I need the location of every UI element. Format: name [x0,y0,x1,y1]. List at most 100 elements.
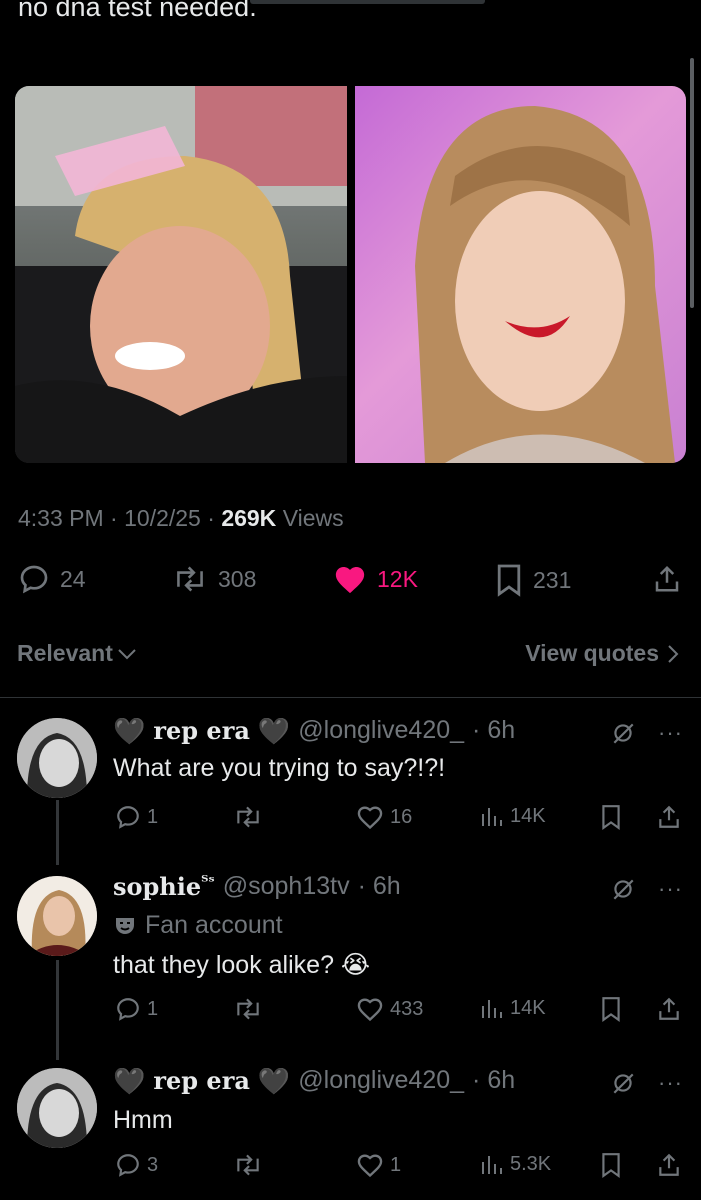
share-button[interactable] [656,804,682,830]
scrollbar[interactable] [690,58,694,308]
repost-icon [177,566,203,592]
handle[interactable]: @longlive420_ [298,1066,464,1095]
heart-filled-icon [335,566,365,594]
reply-button[interactable]: 24 [18,563,86,595]
views-count[interactable]: 269K [221,505,276,531]
woman-photo-illustration [415,106,675,463]
more-options-icon[interactable]: ··· [658,1072,683,1094]
like-count: 1 [390,1153,402,1176]
handle[interactable]: @soph13tv [223,872,350,901]
chevron-down-icon [118,648,136,659]
post-date: 10/2/25 [124,505,201,531]
reply-count: 1 [147,805,159,828]
reply-time: · 6h [357,872,401,900]
like-count: 12K [377,565,418,592]
handle[interactable]: @longlive420_ [298,716,464,745]
post-time: 4:33 PM [18,505,104,531]
reply-count: 24 [60,565,86,592]
more-options-icon[interactable]: ··· [658,878,683,900]
theater-masks-icon [116,917,134,934]
reply-count: 1 [147,997,159,1020]
bookmark-button[interactable] [600,804,622,830]
post-action-bar: 24 308 12K 231 [0,563,701,599]
post-text: no dna test needed. [18,0,257,22]
reply-action-bar: 1 433 14K [0,996,701,1026]
reply-icon [20,565,48,594]
repost-button[interactable] [233,1152,263,1178]
views-count: 5.3K [510,1152,552,1175]
reply-button[interactable]: 3 [115,1152,158,1178]
heart-icon [357,806,383,830]
reply-action-bar: 3 1 5.3K [0,1152,701,1182]
reply-icon [117,998,139,1021]
share-icon [659,805,679,828]
status-notch [250,0,485,4]
avatar-image [17,876,97,956]
like-button[interactable]: 433 [356,996,423,1022]
post-image-left[interactable] [15,86,347,463]
reply-action-bar: 1 16 14K [0,804,701,834]
display-name[interactable]: sophieᵀˢ [113,872,215,901]
avatar-image [17,1068,97,1148]
repost-icon [237,1154,259,1176]
reply-icon [117,806,139,829]
divider [0,697,701,698]
more-options-icon[interactable]: ··· [658,722,683,744]
avatar[interactable] [17,1068,97,1148]
bookmark-icon [602,1153,620,1178]
sort-dropdown[interactable]: Relevant [17,640,137,667]
repost-button[interactable] [233,996,263,1022]
black-heart-icon: 🖤 [257,715,291,746]
reply-text: Hmm [113,1106,173,1134]
reply-text: that they look alike? 😭 [113,951,371,979]
avatar[interactable] [17,876,97,956]
share-button[interactable] [656,996,682,1022]
post-meta: 4:33 PM · 10/2/25 · 269K Views [18,505,344,531]
post-image-right[interactable] [355,86,686,463]
views-button[interactable]: 14K [480,804,546,828]
views-button[interactable]: 5.3K [480,1152,551,1176]
black-heart-icon: 🖤 [112,715,146,746]
black-heart-icon: 🖤 [112,1065,146,1096]
reply-top-actions: ··· [610,876,683,902]
analytics-icon [482,1156,502,1174]
view-quotes-link[interactable]: View quotes [525,640,679,667]
display-name[interactable]: rep era [153,716,250,745]
like-button[interactable]: 12K [333,563,418,595]
views-button[interactable]: 14K [480,996,546,1020]
reply-button[interactable]: 1 [115,804,158,830]
analytics-icon [482,1000,502,1018]
share-icon [655,565,679,592]
grok-icon[interactable] [610,876,636,902]
like-button[interactable]: 1 [356,1152,401,1178]
bookmark-button[interactable] [600,1152,622,1178]
bookmark-icon [497,564,521,597]
share-button[interactable] [652,563,682,595]
reply-header: 🖤 rep era 🖤 @longlive420_ · 6h [112,715,516,746]
reply-count: 3 [147,1153,159,1176]
fan-account-label: Fan account [113,911,283,940]
avatar[interactable] [17,718,97,798]
grok-icon[interactable] [610,720,636,746]
repost-icon [237,998,259,1020]
reply-button[interactable]: 1 [115,996,158,1022]
heart-icon [357,998,383,1022]
analytics-icon [482,808,502,826]
grok-icon[interactable] [610,1070,636,1096]
share-icon [659,1153,679,1176]
chevron-right-icon [668,644,679,663]
bookmark-button[interactable]: 231 [495,563,571,597]
reply-time: · 6h [472,716,516,744]
share-button[interactable] [656,1152,682,1178]
repost-button[interactable]: 308 [172,563,256,595]
like-button[interactable]: 16 [356,804,412,830]
views-count: 14K [510,804,546,827]
reply-time: · 6h [472,1066,516,1094]
views-count: 14K [510,996,546,1019]
repost-button[interactable] [233,804,263,830]
bookmark-button[interactable] [600,996,622,1022]
reply-header: sophieᵀˢ @soph13tv · 6h [113,872,401,901]
display-name[interactable]: rep era [153,1066,250,1095]
heart-icon [357,1154,383,1178]
reply-top-actions: ··· [610,1070,683,1096]
